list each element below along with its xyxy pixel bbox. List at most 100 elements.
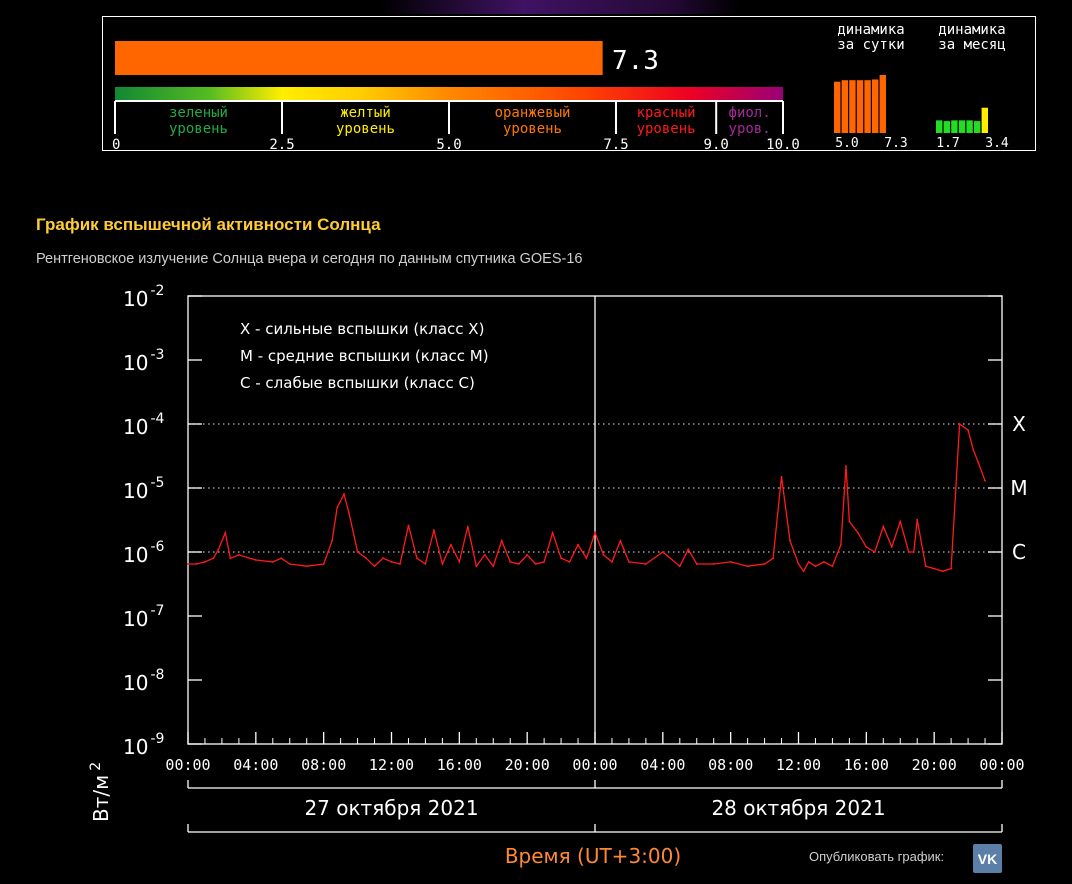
series-point — [899, 520, 902, 523]
series-point — [845, 465, 847, 467]
x-tick-label: 00:00 — [979, 756, 1024, 774]
y-tick-label: 10 -8 — [123, 667, 164, 695]
dynamics-bar — [951, 120, 958, 133]
series-point — [331, 539, 334, 542]
x-tick-label: 00:00 — [572, 756, 617, 774]
monthly-max-label: 3.4 — [985, 136, 1009, 151]
daily-max-label: 7.3 — [884, 136, 907, 151]
series-point — [224, 531, 227, 534]
series-point — [802, 570, 805, 573]
series-point — [212, 557, 215, 560]
top-banner-glow — [380, 0, 740, 14]
legend-entry: M - средние вспышки (класс M) — [240, 347, 489, 365]
class-label: X — [1012, 412, 1026, 436]
series-point — [941, 570, 944, 573]
series-point — [967, 429, 969, 432]
legend-entry: X - сильные вспышки (класс X) — [240, 320, 484, 338]
y-tick-label: 10 -4 — [123, 411, 165, 439]
dynamics-bar — [856, 80, 864, 133]
series-point — [907, 551, 910, 553]
series-point — [187, 563, 189, 565]
series-point — [517, 563, 520, 565]
y-axis-label: Вт/м2 — [88, 762, 113, 822]
flare-level-gradient — [115, 87, 783, 101]
flare-index-graphic: 7.3 0 2.5 5.0 7.5 9.0 10.0зеленыйуровеньжелты… — [112, 22, 1009, 152]
series-point — [271, 561, 274, 563]
series-point — [492, 565, 495, 568]
level-name-line2: уровень — [503, 121, 562, 137]
series-point — [254, 559, 257, 561]
series-point — [534, 563, 537, 565]
series-point — [890, 546, 893, 548]
series-point — [336, 506, 339, 509]
series-point — [509, 561, 512, 563]
series-point — [204, 561, 206, 563]
series-point — [466, 525, 469, 528]
y-tick-label: 10 -5 — [123, 475, 164, 503]
xray-flux-series-points — [187, 423, 986, 573]
series-point — [873, 551, 876, 553]
scale-tick-label: 5.0 — [436, 137, 461, 152]
level-name-line2: уровень — [336, 121, 395, 137]
series-point — [416, 557, 418, 560]
day-label: 28 октября 2021 — [711, 796, 885, 820]
series-point — [449, 543, 452, 546]
scale-tick-label: 7.5 — [603, 137, 628, 152]
series-point — [807, 561, 810, 563]
series-point — [217, 548, 220, 551]
series-point — [602, 554, 605, 556]
series-point — [814, 565, 817, 568]
daily-dynamics-title-1: динамика — [837, 22, 904, 38]
date-axis: 27 октября 2021 28 октября 2021 — [187, 780, 1003, 833]
series-point — [661, 551, 664, 553]
flare-index-panel: 7.3 0 2.5 5.0 7.5 9.0 10.0 зеленый уровень желты… — [102, 16, 1036, 152]
dynamics-bar — [834, 81, 841, 133]
monthly-dynamics-bars — [936, 107, 988, 133]
daily-min-label: 5.0 — [835, 136, 858, 151]
dynamics-bar — [879, 75, 886, 133]
series-point — [432, 529, 435, 531]
daily-dynamics-bars — [834, 75, 886, 133]
level-name: оранжевый — [495, 105, 571, 121]
series-point — [972, 448, 975, 451]
series-point — [644, 563, 647, 565]
level-name-line2: уровень — [637, 121, 696, 137]
x-axis: 00:00 04:00 08:00 12:00 16:00 20:00 00:00 04:00… — [165, 732, 1025, 774]
flare-index-bar — [115, 41, 603, 75]
series-point — [441, 563, 444, 565]
level-name: красный — [637, 105, 696, 121]
series-point — [958, 423, 961, 425]
series-point — [856, 531, 859, 534]
series-point — [500, 539, 503, 542]
monthly-dynamics-title-1: динамика — [938, 22, 1005, 38]
series-point — [365, 557, 367, 560]
flare-class-lines: X M C — [188, 412, 1028, 564]
series-point — [839, 543, 842, 546]
dynamics-bar — [966, 120, 973, 133]
series-point — [280, 557, 283, 560]
series-point — [458, 561, 461, 563]
dynamics-bar — [974, 121, 981, 133]
flare-index-value: 7.3 — [612, 46, 659, 76]
level-name-line2: уровень — [169, 121, 228, 137]
series-point — [237, 554, 240, 556]
series-point — [568, 561, 571, 563]
level-name: зеленый — [169, 105, 228, 121]
dynamics-bar — [864, 80, 871, 133]
series-point — [628, 561, 630, 563]
y-tick-label: 10 -2 — [123, 283, 164, 311]
class-label: C — [1012, 540, 1026, 564]
series-point — [865, 546, 868, 548]
series-point — [348, 512, 351, 515]
dynamics-bar — [841, 80, 848, 133]
level-name-line2: уров. — [729, 121, 771, 137]
series-point — [984, 479, 986, 482]
level-name: фиол. — [729, 105, 771, 121]
x-tick-label: 12:00 — [776, 756, 821, 774]
monthly-dynamics-title-2: за месяц — [938, 37, 1005, 53]
vk-share-button[interactable]: VK — [973, 844, 1002, 873]
series-point — [924, 565, 927, 568]
x-tick-label: 12:00 — [369, 756, 414, 774]
series-point — [594, 531, 596, 534]
x-tick-label: 04:00 — [233, 756, 278, 774]
